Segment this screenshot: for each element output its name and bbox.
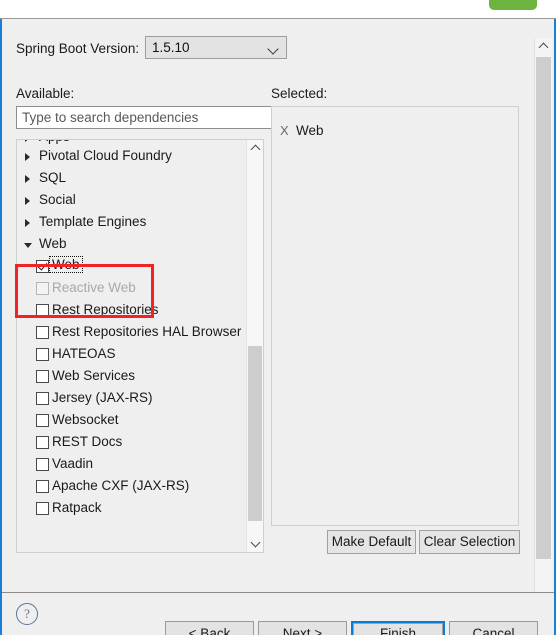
tree-node-label: SQL (39, 170, 67, 185)
help-icon[interactable]: ? (16, 603, 38, 625)
dialog-button-bar: ? < Back Next > Finish Cancel (2, 593, 554, 635)
page-scrollbar-thumb[interactable] (536, 57, 551, 559)
dependency-label: HATEOAS (52, 346, 116, 361)
chevron-down-icon[interactable] (24, 243, 32, 248)
dependency-label: Vaadin (52, 456, 94, 471)
tree-node-label: Social (39, 192, 76, 207)
dialog-vertical-scrollbar[interactable] (534, 38, 552, 611)
back-button[interactable]: < Back (165, 621, 254, 635)
tree-row-clipped[interactable]: Apps (17, 140, 246, 149)
clear-selection-button[interactable]: Clear Selection (419, 530, 520, 554)
dependency-label: Rest Repositories HAL Browser (52, 324, 242, 339)
tree-leaf-jersey-jax-rs-[interactable]: Jersey (JAX-RS) (17, 388, 246, 410)
selected-item-row[interactable]: X Web (280, 123, 324, 138)
tree-node-template-engines[interactable]: Template Engines (17, 212, 246, 234)
dependency-label: Rest Repositories (52, 302, 159, 317)
cancel-button[interactable]: Cancel (449, 621, 538, 635)
next-button[interactable]: Next > (258, 621, 347, 635)
dependency-checkbox[interactable] (36, 480, 49, 493)
tree-node-pivotal-cloud-foundry[interactable]: Pivotal Cloud Foundry (17, 146, 246, 168)
tree-node-label: Template Engines (39, 214, 147, 229)
tree-leaf-rest-docs[interactable]: REST Docs (17, 432, 246, 454)
dialog-page-area: Spring Boot Version: 1.5.10 Available: S… (2, 19, 554, 592)
available-label: Available: (16, 86, 75, 101)
dependency-label: Web Services (52, 368, 136, 383)
spring-boot-version-combobox[interactable]: 1.5.10 (145, 36, 287, 59)
available-dependencies-tree[interactable]: Pivotal Cloud Foundry SQL Social Template E… (16, 139, 264, 553)
dependency-checkbox[interactable] (36, 436, 49, 449)
tree-leaf-reactive-web[interactable]: Reactive Web (17, 278, 246, 300)
finish-button[interactable]: Finish (351, 621, 445, 635)
dependency-checkbox[interactable] (36, 414, 49, 427)
search-placeholder-text: Type to search dependencies (22, 110, 199, 125)
dependency-label: Websocket (52, 412, 119, 427)
tree-leaf-apache-cxf-jax-rs-[interactable]: Apache CXF (JAX-RS) (17, 476, 246, 498)
spring-boot-version-value: 1.5.10 (152, 40, 190, 55)
scroll-up-arrow-icon[interactable] (247, 140, 263, 157)
tree-leaf-rest-repositories[interactable]: Rest Repositories (17, 300, 246, 322)
search-dependencies-input[interactable]: Type to search dependencies (16, 106, 284, 129)
page-scroll-up-arrow-icon[interactable] (535, 38, 553, 56)
next-button-label: Next > (282, 626, 323, 635)
dependency-label: Jersey (JAX-RS) (52, 390, 153, 405)
dependency-checkbox[interactable] (36, 326, 49, 339)
dialog-window: Spring Boot Version: 1.5.10 Available: S… (0, 0, 556, 635)
make-default-button[interactable]: Make Default (327, 530, 416, 554)
dependency-checkbox[interactable] (36, 304, 49, 317)
tree-scrollbar-thumb[interactable] (248, 346, 262, 521)
tree-node-sql[interactable]: SQL (17, 168, 246, 190)
dependency-label: Reactive Web (52, 280, 136, 295)
dependency-checkbox[interactable] (36, 458, 49, 471)
tree-leaf-web-services[interactable]: Web Services (17, 366, 246, 388)
tree-leaf-hateoas[interactable]: HATEOAS (17, 344, 246, 366)
selected-dependencies-panel[interactable]: X Web (271, 106, 519, 526)
tree-leaf-websocket[interactable]: Websocket (17, 410, 246, 432)
dependency-checkbox[interactable] (36, 392, 49, 405)
tree-leaf-ratpack[interactable]: Ratpack (17, 498, 246, 520)
chevron-right-icon[interactable] (25, 153, 30, 161)
tree-leaf-vaadin[interactable]: Vaadin (17, 454, 246, 476)
tree-node-social[interactable]: Social (17, 190, 246, 212)
new-spring-starter-project-dialog: Spring Boot Version: 1.5.10 Available: S… (0, 19, 556, 635)
chevron-right-icon[interactable] (25, 175, 30, 183)
tree-node-label: Pivotal Cloud Foundry (39, 148, 172, 163)
dependency-label: Web (49, 256, 83, 273)
tree-leaf-web[interactable]: Web (17, 256, 246, 278)
chevron-right-icon[interactable] (25, 197, 30, 205)
tree-node-web[interactable]: Web (17, 234, 246, 256)
dependency-label: Apache CXF (JAX-RS) (52, 478, 190, 493)
spring-boot-version-label: Spring Boot Version: (16, 41, 140, 56)
tree-leaf-rest-repositories-hal-browser[interactable]: Rest Repositories HAL Browser (17, 322, 246, 344)
dependency-checkbox[interactable] (36, 502, 49, 515)
dependency-label: REST Docs (52, 434, 123, 449)
tree-rows-container: Pivotal Cloud Foundry SQL Social Template E… (17, 140, 246, 552)
dependency-checkbox[interactable] (36, 260, 49, 273)
dependency-checkbox[interactable] (36, 370, 49, 383)
selected-label: Selected: (271, 86, 328, 101)
chevron-right-icon[interactable] (25, 219, 30, 227)
window-top-strip (0, 0, 556, 19)
scroll-down-arrow-icon[interactable] (247, 535, 263, 552)
green-action-button[interactable] (489, 0, 537, 10)
tree-node-label: Web (39, 236, 67, 251)
remove-dependency-icon[interactable]: X (280, 123, 296, 138)
tree-vertical-scrollbar[interactable] (246, 140, 263, 552)
dependency-checkbox (36, 282, 49, 295)
finish-button-label: Finish (379, 626, 416, 635)
chevron-down-icon (269, 45, 278, 54)
selected-item-label: Web (296, 123, 324, 138)
dependency-label: Ratpack (52, 500, 102, 515)
dependency-checkbox[interactable] (36, 348, 49, 361)
back-button-label: < Back (188, 626, 231, 635)
